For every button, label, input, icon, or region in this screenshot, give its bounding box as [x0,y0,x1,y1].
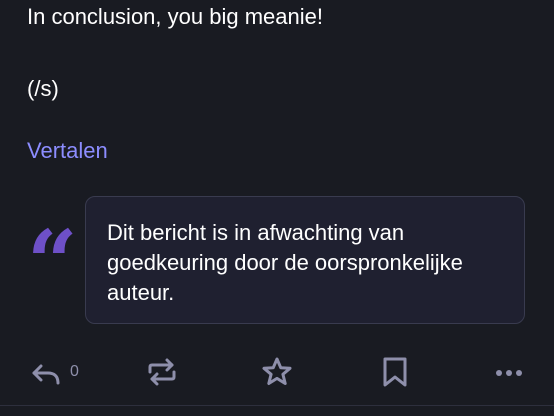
more-icon [496,370,522,376]
post-text-line: In conclusion, you big meanie! [27,4,323,29]
bookmark-button[interactable] [379,354,411,390]
reply-button[interactable]: 0 [30,354,79,390]
post-action-bar: 0 [0,350,554,396]
favourite-button[interactable] [261,354,293,390]
quote-icon: “ [27,210,78,314]
pending-approval-text: Dit bericht is in afwachting van goedkeu… [107,220,463,305]
divider [0,405,554,406]
boost-icon [148,358,176,386]
more-options-button[interactable] [494,354,524,390]
bookmark-icon [383,357,407,387]
pending-approval-notice: Dit bericht is in afwachting van goedkeu… [85,196,525,324]
reply-count: 0 [70,363,79,380]
post-text-line: (/s) [27,76,59,101]
translate-link[interactable]: Vertalen [27,137,108,165]
favourite-icon [262,357,292,385]
boost-button[interactable] [146,354,178,390]
reply-icon [32,364,60,385]
